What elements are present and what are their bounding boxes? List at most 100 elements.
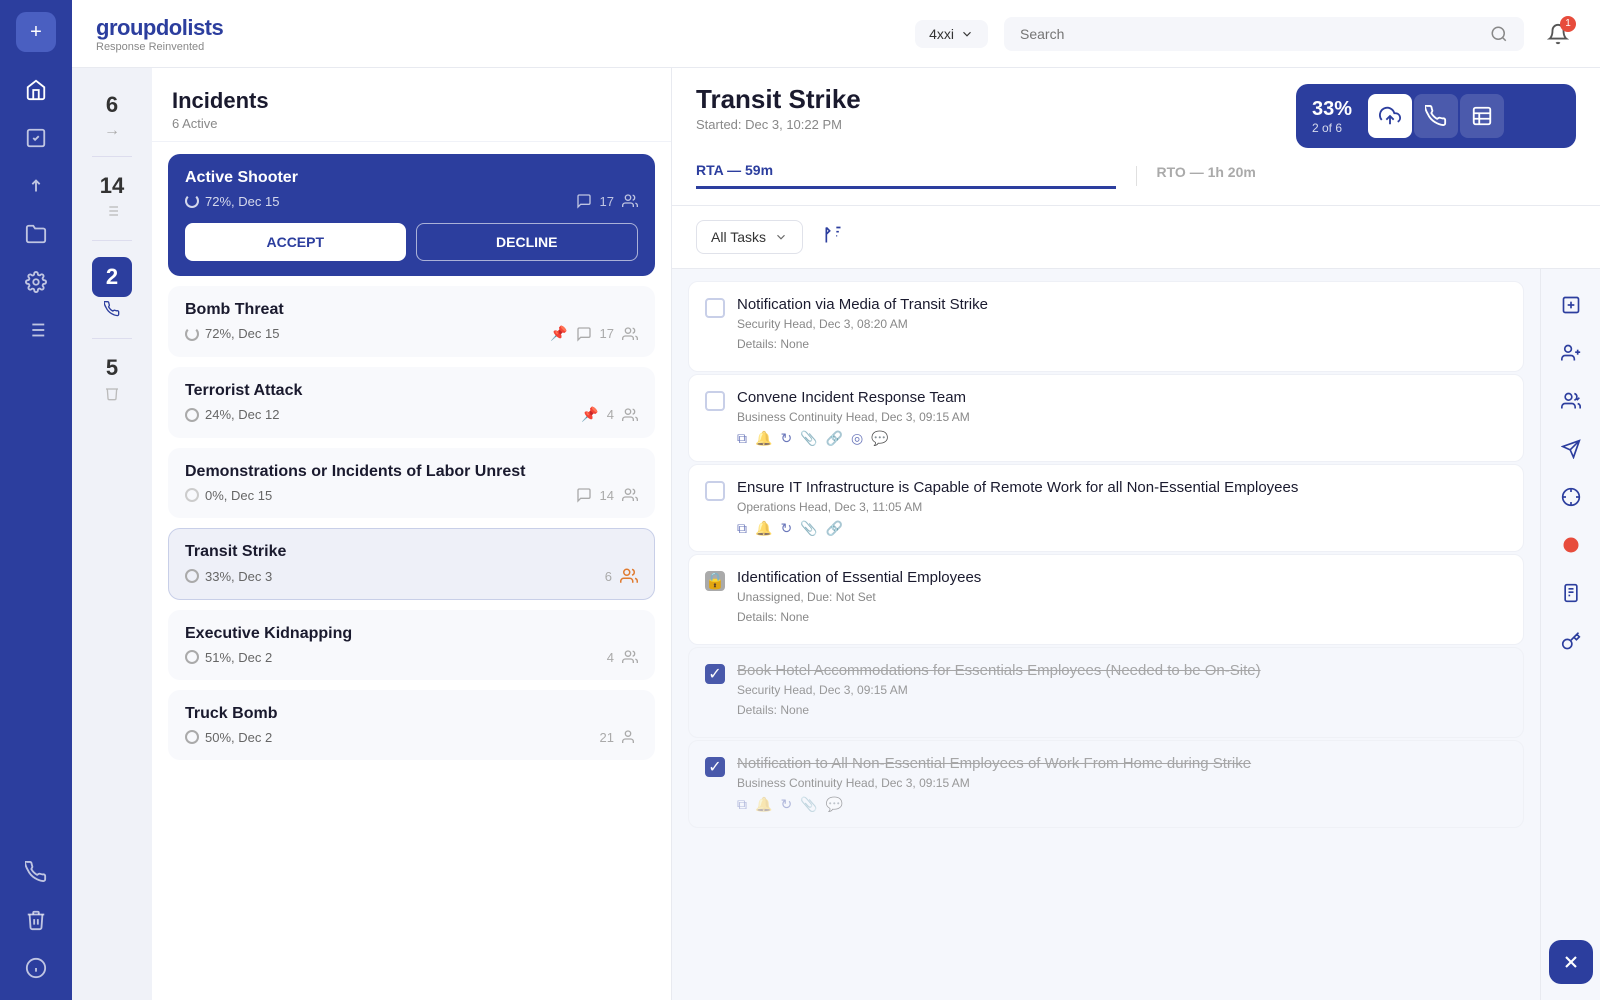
task-checkbox-4: 🔒 xyxy=(705,571,725,591)
table-action-button[interactable] xyxy=(1460,94,1504,138)
task-filter-select[interactable]: All Tasks xyxy=(696,220,803,254)
progress-ring-icon xyxy=(185,730,199,744)
task-content: Convene Incident Response Team Business … xyxy=(737,389,1507,447)
right-rail xyxy=(1540,269,1600,1000)
checklist-icon[interactable] xyxy=(16,118,56,158)
search-input[interactable] xyxy=(1020,26,1482,42)
chat-small-icon[interactable]: 💬 xyxy=(871,430,888,447)
info-icon[interactable] xyxy=(16,948,56,988)
flag-icon[interactable]: ◎ xyxy=(851,430,863,447)
incident-title: Active Shooter xyxy=(185,169,638,187)
paperclip-icon[interactable]: 📎 xyxy=(800,430,817,447)
chat-small-icon[interactable]: 💬 xyxy=(826,796,843,813)
task-title: Identification of Essential Employees xyxy=(737,569,1507,586)
gesture-icon[interactable] xyxy=(16,166,56,206)
task-meta: Business Continuity Head, Dec 3, 09:15 A… xyxy=(737,410,1507,424)
progress-ring-icon xyxy=(185,327,199,341)
incident-card-active-shooter[interactable]: Active Shooter 72%, Dec 15 17 xyxy=(168,154,655,276)
incidents-title: Incidents xyxy=(172,88,651,114)
pin-icon: 📌 xyxy=(581,406,598,423)
bell-small-icon[interactable]: 🔔 xyxy=(755,430,772,447)
home-icon[interactable] xyxy=(16,70,56,110)
close-icon xyxy=(1561,952,1581,972)
incident-card-executive-kidnapping[interactable]: Executive Kidnapping 51%, Dec 2 4 xyxy=(168,610,655,680)
task-title: Notification to All Non-Essential Employ… xyxy=(737,755,1507,772)
sort-icon[interactable] xyxy=(823,225,843,250)
refresh-icon[interactable]: ↻ xyxy=(780,796,792,813)
detail-started: Started: Dec 3, 10:22 PM xyxy=(696,117,861,132)
folder-icon[interactable] xyxy=(16,214,56,254)
detail-action-icons xyxy=(1368,94,1504,138)
refresh-icon[interactable]: ↻ xyxy=(780,430,792,447)
arrow-right-icon: → xyxy=(104,122,120,140)
link-icon[interactable]: 🔗 xyxy=(826,430,843,447)
checklist-small-icon xyxy=(104,203,120,224)
export-rail-button[interactable] xyxy=(1551,429,1591,469)
task-checkbox-6[interactable]: ✓ xyxy=(705,757,725,777)
users-icon xyxy=(622,487,638,503)
incident-card-bomb-threat[interactable]: Bomb Threat 72%, Dec 15 📌 17 xyxy=(168,286,655,357)
incident-progress: 0%, Dec 15 xyxy=(185,488,272,503)
task-checkbox-5[interactable]: ✓ xyxy=(705,664,725,684)
users-icon xyxy=(622,407,638,423)
users-icon xyxy=(622,729,638,745)
phone-action-button[interactable] xyxy=(1414,94,1458,138)
task-details: Details: None xyxy=(737,337,1507,351)
team-rail-button[interactable] xyxy=(1551,381,1591,421)
num-item-1: 6 → xyxy=(84,80,140,152)
copy-icon[interactable]: ⧉ xyxy=(737,796,747,813)
paperclip-icon[interactable]: 📎 xyxy=(800,520,817,537)
settings-icon[interactable] xyxy=(16,262,56,302)
report-rail-button[interactable] xyxy=(1551,573,1591,613)
incident-card-truck-bomb[interactable]: Truck Bomb 50%, Dec 2 21 xyxy=(168,690,655,760)
add-new-button[interactable]: + xyxy=(16,12,56,52)
link-icon[interactable]: 🔗 xyxy=(826,520,843,537)
task-meta: Unassigned, Due: Not Set xyxy=(737,590,1507,604)
task-checkbox-3[interactable] xyxy=(705,481,725,501)
phone-icon-bottom[interactable] xyxy=(16,852,56,892)
record-rail-button[interactable] xyxy=(1551,525,1591,565)
task-checkbox-2[interactable] xyxy=(705,391,725,411)
task-title: Notification via Media of Transit Strike xyxy=(737,296,1507,313)
bell-small-icon[interactable]: 🔔 xyxy=(755,520,772,537)
bell-small-icon[interactable]: 🔔 xyxy=(755,796,772,813)
incident-title: Demonstrations or Incidents of Labor Unr… xyxy=(185,463,638,481)
target-rail-button[interactable] xyxy=(1551,477,1591,517)
task-checkbox-1[interactable] xyxy=(705,298,725,318)
copy-icon[interactable]: ⧉ xyxy=(737,430,747,447)
refresh-icon[interactable]: ↻ xyxy=(780,520,792,537)
incident-icons: 21 xyxy=(600,729,638,745)
icon-rail: + xyxy=(0,0,72,1000)
decline-button[interactable]: DECLINE xyxy=(416,223,639,261)
incident-title: Terrorist Attack xyxy=(185,382,638,400)
task-meta: Security Head, Dec 3, 08:20 AM xyxy=(737,317,1507,331)
incident-card-transit-strike[interactable]: Transit Strike 33%, Dec 3 6 xyxy=(168,528,655,600)
rto-tab[interactable]: RTO — 1h 20m xyxy=(1157,164,1577,188)
progress-ring-icon xyxy=(185,569,199,583)
list-icon[interactable] xyxy=(16,310,56,350)
add-person-rail-button[interactable] xyxy=(1551,333,1591,373)
trash-icon[interactable] xyxy=(16,900,56,940)
incident-title: Transit Strike xyxy=(185,543,638,561)
task-item: Notification via Media of Transit Strike… xyxy=(688,281,1524,372)
cloud-action-button[interactable] xyxy=(1368,94,1412,138)
notification-button[interactable]: 1 xyxy=(1540,16,1576,52)
copy-icon[interactable]: ⧉ xyxy=(737,520,747,537)
incident-card-labor-unrest[interactable]: Demonstrations or Incidents of Labor Unr… xyxy=(168,448,655,518)
users-plus-icon xyxy=(1561,391,1581,411)
add-task-rail-button[interactable] xyxy=(1551,285,1591,325)
task-meta: Business Continuity Head, Dec 3, 09:15 A… xyxy=(737,776,1507,790)
accept-button[interactable]: ACCEPT xyxy=(185,223,406,261)
numbered-panel: 6 → 14 2 5 xyxy=(72,68,152,1000)
task-action-icons: ⧉ 🔔 ↻ 📎 💬 xyxy=(737,796,1507,813)
notification-badge: 1 xyxy=(1560,16,1576,32)
key-rail-button[interactable] xyxy=(1551,621,1591,661)
record-icon xyxy=(1561,535,1581,555)
num-item-3[interactable]: 2 xyxy=(84,245,140,334)
paperclip-icon[interactable]: 📎 xyxy=(800,796,817,813)
incident-card-terrorist-attack[interactable]: Terrorist Attack 24%, Dec 12 📌 4 xyxy=(168,367,655,438)
org-selector[interactable]: 4xxi xyxy=(915,20,988,48)
task-action-icons: ⧉ 🔔 ↻ 📎 🔗 ◎ 💬 xyxy=(737,430,1507,447)
rta-tab[interactable]: RTA — 59m xyxy=(696,162,1116,189)
close-detail-button[interactable] xyxy=(1549,940,1593,984)
